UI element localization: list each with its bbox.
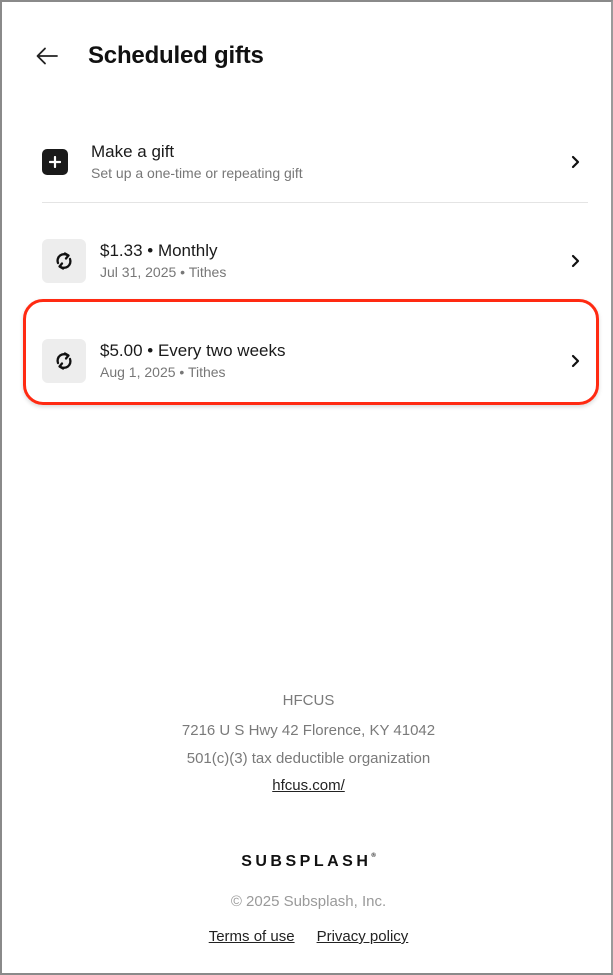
repeat-icon bbox=[42, 339, 86, 383]
organization-address: 7216 U S Hwy 42 Florence, KY 41042 bbox=[181, 722, 436, 739]
repeat-icon bbox=[42, 239, 86, 283]
organization-status: 501(c)(3) tax deductible organization bbox=[186, 750, 431, 767]
make-gift-title: Make a gift bbox=[91, 142, 175, 161]
gift-title: $1.33 • Monthly bbox=[100, 241, 218, 260]
scheduled-gift-row[interactable]: $1.33 • Monthly Jul 31, 2025 • Tithes bbox=[42, 239, 588, 283]
scheduled-gift-row[interactable]: $5.00 • Every two weeks Aug 1, 2025 • Ti… bbox=[42, 339, 588, 383]
brand-name: SUBSPLASH bbox=[241, 853, 372, 870]
organization-website-link[interactable]: hfcus.com/ bbox=[2, 777, 613, 794]
make-gift-subtitle: Set up a one-time or repeating gift bbox=[91, 165, 303, 181]
gift-title: $5.00 • Every two weeks bbox=[100, 341, 286, 360]
copyright: © 2025 Subsplash, Inc. bbox=[230, 893, 387, 910]
chevron-right-icon bbox=[568, 254, 582, 268]
organization-name: HFCUS bbox=[282, 692, 335, 709]
arrow-left-icon bbox=[36, 47, 58, 65]
privacy-link[interactable]: Privacy policy bbox=[317, 928, 409, 945]
legal-links: Terms of use Privacy policy bbox=[2, 928, 613, 945]
chevron-right-icon bbox=[568, 354, 582, 368]
make-gift-row[interactable]: Make a gift Set up a one-time or repeati… bbox=[42, 140, 588, 184]
subsplash-logo: SUBSPLASH® bbox=[241, 853, 376, 870]
page-title: Scheduled gifts bbox=[88, 42, 264, 69]
app-frame: Scheduled gifts Make a gift Set up a one… bbox=[0, 0, 613, 975]
page-header: Scheduled gifts bbox=[32, 38, 264, 74]
gift-subtitle: Aug 1, 2025 • Tithes bbox=[100, 364, 226, 380]
terms-link[interactable]: Terms of use bbox=[209, 928, 295, 945]
plus-icon bbox=[42, 149, 68, 175]
back-button[interactable] bbox=[32, 41, 62, 71]
gift-subtitle: Jul 31, 2025 • Tithes bbox=[100, 264, 227, 280]
chevron-right-icon bbox=[568, 155, 582, 169]
divider bbox=[42, 202, 588, 203]
